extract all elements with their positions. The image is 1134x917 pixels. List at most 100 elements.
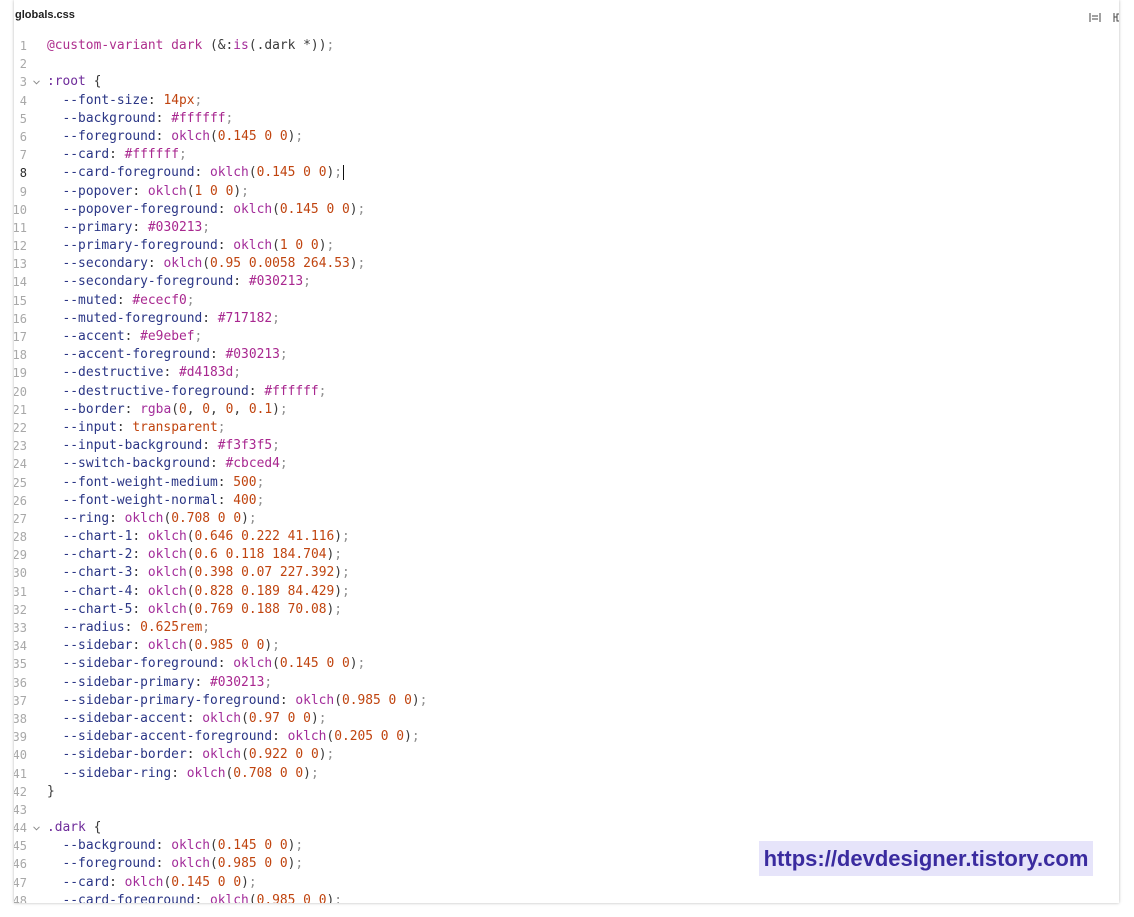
code-line[interactable]: 16 --muted-foreground: #717182; [14,310,1119,328]
css-property-token: --font-size [62,92,148,108]
code-lines[interactable]: 1 @custom-variant dark (&:is(.dark *)); 2 3… [14,37,1119,903]
code-cell: --foreground: oklch(0.145 0 0); [47,128,304,146]
code-line[interactable]: 44 .dark { [14,819,1119,837]
number-token: 0 [303,165,311,181]
line-code-text: --muted-foreground: #717182; [47,311,280,326]
css-property-token: --sidebar-primary [62,674,195,690]
code-line[interactable]: 14 --secondary-foreground: #030213; [14,273,1119,291]
number-token: 0.189 [241,583,280,599]
code-line[interactable]: 34 --sidebar: oklch(0.985 0 0); [14,637,1119,655]
css-property-token: --card [62,874,110,890]
code-line[interactable]: 20 --destructive-foreground: #ffffff; [14,383,1119,401]
code-line[interactable]: 4 --font-size: 14px; [14,92,1119,110]
line-code-text: --border: rgba(0, 0, 0, 0.1); [47,402,288,417]
code-line[interactable]: 18 --accent-foreground: #030213; [14,346,1119,364]
code-cell: --card-foreground: oklch(0.145 0 0); [47,164,344,182]
code-line[interactable]: 22 --input: transparent; [14,419,1119,437]
code-line[interactable]: 36 --sidebar-primary: #030213; [14,674,1119,692]
code-line[interactable]: 8 --card-foreground: oklch(0.145 0 0); [14,164,1119,182]
number-token: 0 [279,838,288,854]
semicolon-token: ; [334,165,342,181]
number-token: 184.704 [272,547,327,563]
punctuation-token: ( [186,583,195,599]
code-line[interactable]: 41 --sidebar-ring: oklch(0.708 0 0); [14,765,1119,783]
code-line[interactable]: 7 --card: #ffffff; [14,146,1119,164]
code-line[interactable]: 43 [14,801,1119,819]
wrap-icon[interactable] [1089,12,1101,23]
code-line[interactable]: 9 --popover: oklch(1 0 0); [14,183,1119,201]
code-line[interactable]: 42} [14,783,1119,801]
punctuation-token: ( [272,656,280,672]
line-code-text: --sidebar-foreground: oklch(0.145 0 0); [47,656,366,672]
code-line[interactable]: 31 --chart-4: oklch(0.828 0.189 84.429); [14,583,1119,601]
punctuation-token: ( [241,747,249,763]
code-line[interactable]: 47 --card: oklch(0.145 0 0); [14,874,1119,892]
number-token: 0 [396,729,405,745]
code-line[interactable]: 28 --chart-1: oklch(0.646 0.222 41.116); [14,528,1119,546]
code-cell: --primary: #030213; [47,219,210,237]
code-line[interactable]: 12 --primary-foreground: oklch(1 0 0); [14,237,1119,255]
number-token: 14px [163,92,195,108]
fold-chevron-icon[interactable] [33,826,40,831]
code-line[interactable]: 13 --secondary: oklch(0.95 0.0058 264.53… [14,255,1119,273]
semicolon-token: ; [256,492,265,508]
css-property-token: --sidebar-ring [62,765,172,781]
line-number: 34 [14,639,27,654]
css-property-token: --background [62,838,156,854]
css-property-token: --chart-5 [62,601,133,617]
code-line[interactable]: 32 --chart-5: oklch(0.769 0.188 70.08); [14,601,1119,619]
code-line[interactable]: 21 --border: rgba(0, 0, 0, 0.1); [14,401,1119,419]
code-line[interactable]: 29 --chart-2: oklch(0.6 0.118 184.704); [14,546,1119,564]
code-line[interactable]: 1 @custom-variant dark (&:is(.dark *)); [14,37,1119,55]
code-line[interactable]: 6 --foreground: oklch(0.145 0 0); [14,128,1119,146]
punctuation-token: ) [303,765,311,781]
code-cell: --card: #ffffff; [47,146,187,164]
number-token: 0.118 [225,547,265,563]
code-line[interactable]: 40 --sidebar-border: oklch(0.922 0 0); [14,746,1119,764]
code-line[interactable]: 39 --sidebar-accent-foreground: oklch(0.… [14,728,1119,746]
number-token: 0 [303,892,311,903]
line-number: 31 [14,584,27,599]
code-line[interactable]: 23 --input-background: #f3f3f5; [14,437,1119,455]
line-number: 19 [14,366,27,381]
code-line[interactable]: 37 --sidebar-primary-foreground: oklch(0… [14,692,1119,710]
code-line[interactable]: 5 --background: #ffffff; [14,110,1119,128]
code-line[interactable]: 38 --sidebar-accent: oklch(0.97 0 0); [14,710,1119,728]
css-property-token: --secondary [62,256,148,272]
code-line[interactable]: 2 [14,55,1119,73]
code-line[interactable]: 10 --popover-foreground: oklch(0.145 0 0… [14,201,1119,219]
number-token: 0.985 [217,856,257,872]
copy-icon[interactable] [1113,12,1119,23]
line-number: 43 [14,802,27,817]
code-line[interactable]: 30 --chart-3: oklch(0.398 0.07 227.392); [14,564,1119,582]
punctuation-token: ) [241,874,249,890]
code-line[interactable]: 25 --font-weight-medium: 500; [14,474,1119,492]
semicolon-token: ; [334,892,342,903]
code-line[interactable]: 15 --muted: #ececf0; [14,292,1119,310]
code-line[interactable]: 35 --sidebar-foreground: oklch(0.145 0 0… [14,655,1119,673]
number-token: 0.145 [256,165,296,181]
code-line[interactable]: 27 --ring: oklch(0.708 0 0); [14,510,1119,528]
line-code-text: --font-size: 14px; [47,92,203,108]
punctuation-token: : [132,638,141,654]
fold-chevron-icon[interactable] [33,80,40,85]
code-line[interactable]: 17 --accent: #e9ebef; [14,328,1119,346]
number-token: 0.6 [194,547,218,563]
line-number: 47 [14,875,27,890]
code-editor[interactable]: globals.css 1 @custom-variant dark (&:is(… [14,0,1119,903]
code-line[interactable]: 33 --radius: 0.625rem; [14,619,1119,637]
line-code-text: --input: transparent; [47,420,226,435]
line-number: 4 [19,93,27,108]
code-line[interactable]: 48 --card-foreground: oklch(0.985 0 0); [14,892,1119,903]
css-function-token: oklch [147,583,187,599]
line-number: 48 [14,893,27,903]
code-cell: --chart-2: oklch(0.6 0.118 184.704); [47,546,342,564]
code-line[interactable]: 19 --destructive: #d4183d; [14,364,1119,382]
line-code-text: --popover: oklch(1 0 0); [47,184,249,199]
semicolon-token: ; [295,856,304,872]
code-line[interactable]: 11 --primary: #030213; [14,219,1119,237]
code-line[interactable]: 24 --switch-background: #cbced4; [14,455,1119,473]
code-line[interactable]: 3:root { [14,73,1119,91]
css-property-token: --card-foreground [62,165,195,181]
code-line[interactable]: 26 --font-weight-normal: 400; [14,492,1119,510]
